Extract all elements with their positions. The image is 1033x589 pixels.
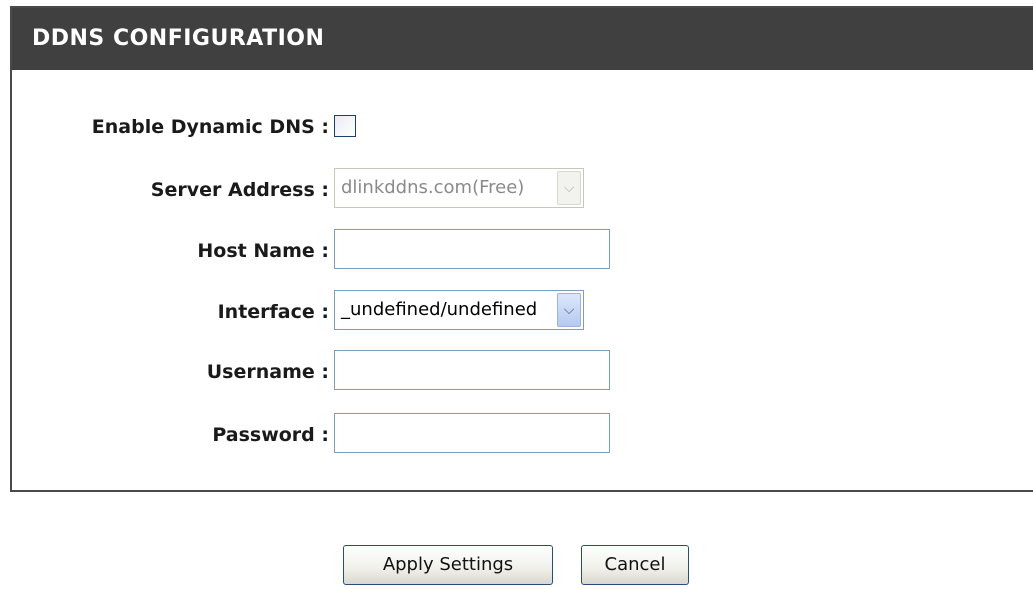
server-address-select[interactable]: dlinkddns.com(Free) ⌵ — [334, 168, 584, 208]
chevron-down-icon: ⌵ — [557, 293, 581, 327]
username-label: Username : — [206, 361, 329, 383]
interface-value: _undefined/undefined — [341, 299, 538, 320]
enable-ddns-label: Enable Dynamic DNS : — [91, 116, 329, 138]
server-address-value: dlinkddns.com(Free) — [341, 177, 525, 198]
username-row: Username : — [12, 350, 1033, 394]
chevron-down-icon: ⌵ — [557, 171, 581, 205]
host-name-input[interactable] — [334, 229, 610, 269]
interface-label: Interface : — [217, 301, 329, 323]
cancel-button[interactable]: Cancel — [581, 545, 689, 585]
interface-row: Interface : _undefined/undefined ⌵ — [12, 290, 1033, 334]
username-input[interactable] — [334, 350, 610, 390]
server-address-row: Server Address : dlinkddns.com(Free) ⌵ — [12, 168, 1033, 212]
password-row: Password : — [12, 413, 1033, 457]
apply-settings-button[interactable]: Apply Settings — [343, 545, 553, 585]
password-label: Password : — [212, 424, 329, 446]
host-name-row: Host Name : — [12, 229, 1033, 273]
server-address-label: Server Address : — [150, 179, 329, 201]
host-name-label: Host Name : — [197, 240, 329, 262]
ddns-configuration-panel: DDNS CONFIGURATION Enable Dynamic DNS : … — [10, 6, 1033, 492]
panel-title: DDNS CONFIGURATION — [12, 8, 1033, 70]
password-input[interactable] — [334, 413, 610, 453]
enable-ddns-row: Enable Dynamic DNS : — [12, 105, 1033, 149]
enable-ddns-checkbox[interactable] — [334, 115, 356, 137]
interface-select[interactable]: _undefined/undefined ⌵ — [334, 290, 584, 330]
